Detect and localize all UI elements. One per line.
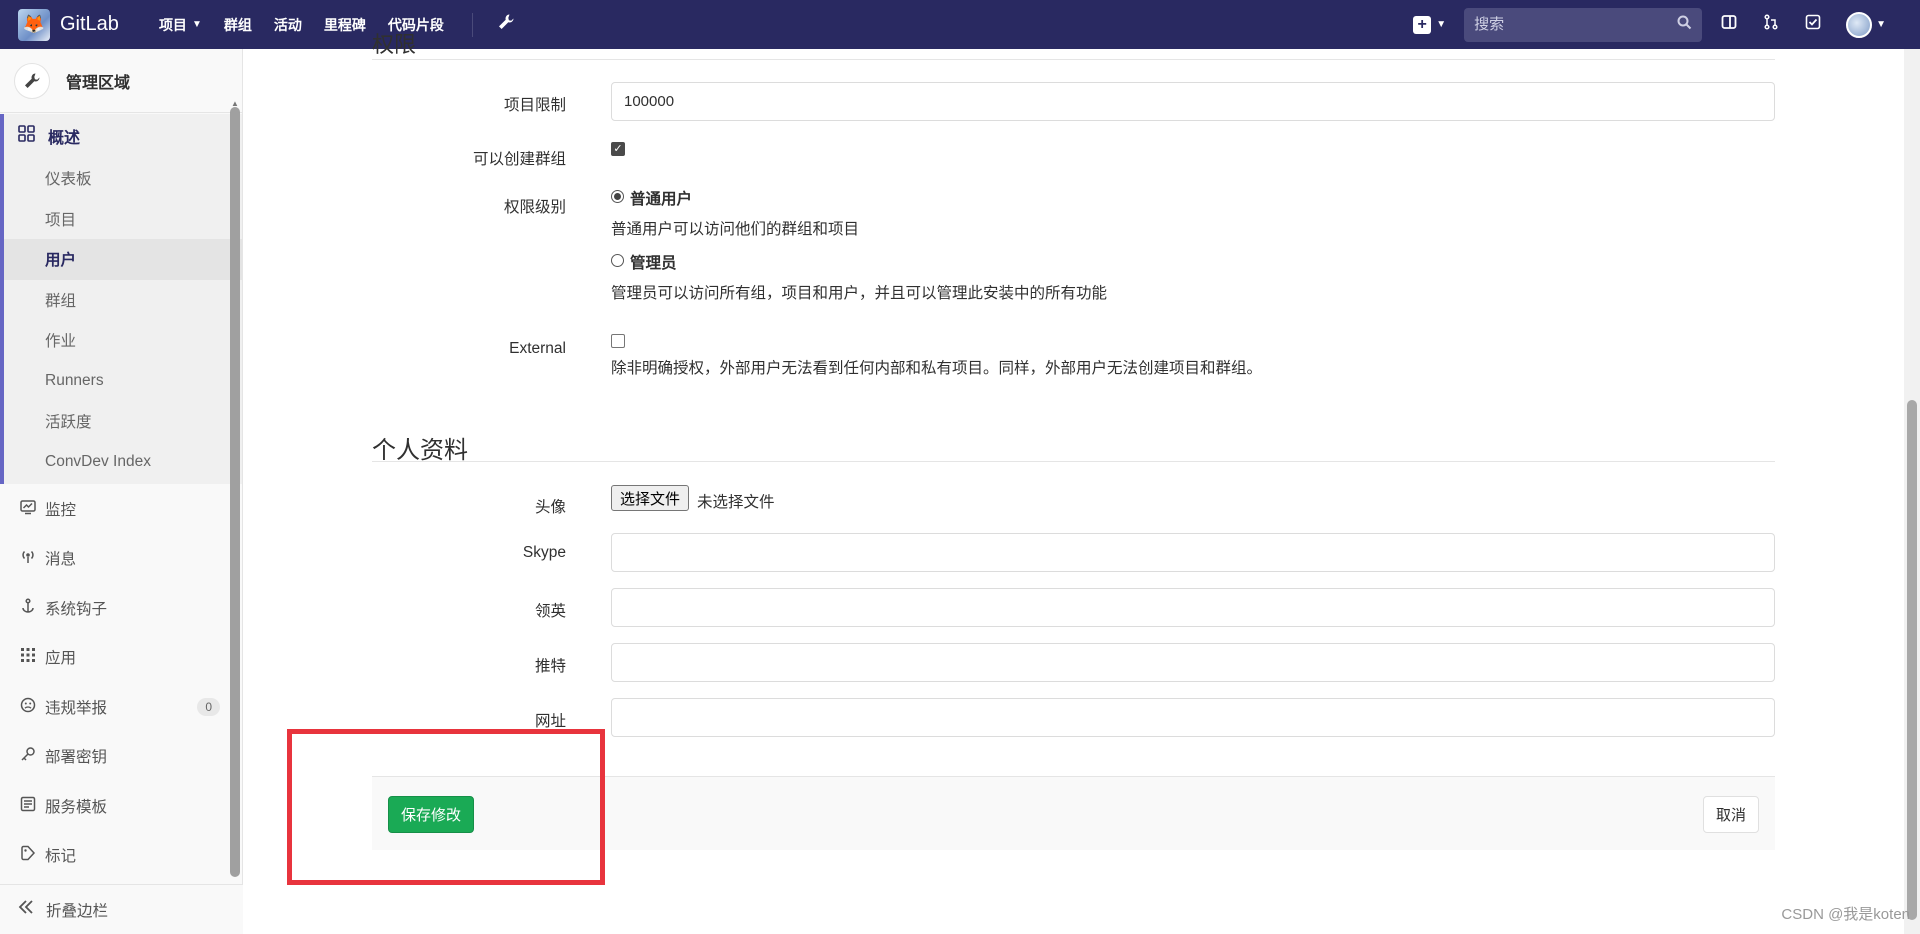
nav-groups[interactable]: 群组 xyxy=(224,15,252,35)
profile-section-title: 个人资料 xyxy=(372,437,468,464)
wrench-icon xyxy=(14,62,50,99)
search-icon[interactable] xyxy=(1677,15,1692,35)
admin-wrench-icon[interactable] xyxy=(497,13,515,36)
new-dropdown[interactable]: + ▼ xyxy=(1413,15,1447,34)
gitlab-brand[interactable]: 🦊 GitLab xyxy=(18,8,119,41)
sidebar-item-labels[interactable]: 标记 xyxy=(0,831,242,881)
double-chevron-left-icon xyxy=(18,900,34,919)
sidebar-item-label: 部署密钥 xyxy=(45,749,108,767)
nav-divider xyxy=(471,12,473,37)
regular-description: 普通用户可以访问他们的群组和项目 xyxy=(611,221,860,238)
label-icon xyxy=(18,845,38,865)
sidebar-item-label: 应用 xyxy=(45,650,77,668)
top-navbar: 🦊 GitLab 项目 ▼ 群组 活动 里程碑 代码片段 + ▼ 搜索 ▼ xyxy=(0,0,1920,49)
sidebar-item-activity[interactable]: 活跃度 xyxy=(4,401,242,442)
grid-icon xyxy=(18,647,38,667)
section-divider xyxy=(372,461,1775,462)
sidebar-item-label: 监控 xyxy=(45,501,77,519)
sidebar-item-label: 消息 xyxy=(45,551,77,569)
admin-sidebar: 管理区域 概述 仪表板 项目 用户 群组 作业 Runners 活跃度 Conv… xyxy=(0,49,243,934)
todo-icon[interactable] xyxy=(1804,14,1822,35)
skype-input[interactable] xyxy=(611,533,1775,572)
sidebar-item-label: 系统钩子 xyxy=(45,600,108,618)
template-icon xyxy=(18,796,38,816)
skype-label: Skype xyxy=(522,544,566,561)
grid-icon xyxy=(18,125,38,147)
face-icon xyxy=(18,697,38,717)
monitor-icon xyxy=(18,499,38,519)
sidebar-item-runners[interactable]: Runners xyxy=(4,361,242,402)
section-divider xyxy=(372,59,1775,60)
admin-description: 管理员可以访问所有组，项目和用户，并且可以管理此安装中的所有功能 xyxy=(611,285,1108,302)
sidebar-scrollbar[interactable] xyxy=(230,107,240,877)
sidebar-item-label: 概述 xyxy=(48,130,81,147)
nav-activity[interactable]: 活动 xyxy=(274,15,302,35)
user-menu[interactable]: ▼ xyxy=(1846,11,1886,38)
external-label: External xyxy=(509,340,566,357)
website-label: 网址 xyxy=(534,713,566,730)
sidebar-item-label: 违规举报 xyxy=(45,699,108,717)
external-description: 除非明确授权，外部用户无法看到任何内部和私有项目。同样，外部用户无法创建项目和群… xyxy=(611,360,1263,377)
linkedin-input[interactable] xyxy=(611,588,1775,627)
watermark: CSDN @我是koten xyxy=(1781,906,1910,923)
no-file-text: 未选择文件 xyxy=(697,494,775,511)
can-create-group-label: 可以创建群组 xyxy=(472,151,566,168)
sidebar-item-deploy-keys[interactable]: 部署密钥 xyxy=(0,732,242,782)
linkedin-label: 领英 xyxy=(534,603,566,620)
partial-section-title: 权限 xyxy=(372,32,417,57)
chevron-down-icon: ▼ xyxy=(1876,19,1886,30)
nav-projects[interactable]: 项目 ▼ xyxy=(159,15,202,35)
cancel-button[interactable]: 取消 xyxy=(1702,796,1759,833)
page-scrollbar-thumb[interactable] xyxy=(1907,400,1917,920)
gitlab-logo: 🦊 xyxy=(18,8,50,41)
sidebar-item-groups[interactable]: 群组 xyxy=(4,280,242,321)
search-input[interactable] xyxy=(1474,16,1678,33)
sidebar-item-convdev[interactable]: ConvDev Index xyxy=(4,442,242,483)
regular-radio[interactable] xyxy=(611,190,624,203)
sidebar-item-service-templates[interactable]: 服务模板 xyxy=(0,781,242,831)
sidebar-overview-section: 概述 仪表板 项目 用户 群组 作业 Runners 活跃度 ConvDev I… xyxy=(0,114,242,484)
chevron-down-icon: ▼ xyxy=(191,19,202,30)
sidebar-title: 管理区域 xyxy=(66,74,131,92)
sidebar-item-label: 标记 xyxy=(45,848,77,866)
projects-limit-label: 项目限制 xyxy=(503,97,566,114)
regular-radio-label[interactable]: 普通用户 xyxy=(630,187,692,209)
broadcast-icon xyxy=(18,548,38,568)
avatar-label: 头像 xyxy=(534,499,566,516)
anchor-icon xyxy=(18,598,38,618)
plus-icon: + xyxy=(1413,15,1432,34)
admin-radio[interactable] xyxy=(611,254,624,267)
search-box[interactable] xyxy=(1464,7,1703,42)
sidebar-item-users[interactable]: 用户 xyxy=(4,239,242,280)
nav-milestones[interactable]: 里程碑 xyxy=(324,15,366,35)
highlight-annotation-box xyxy=(287,729,605,885)
sidebar-item-label: 服务模板 xyxy=(45,798,108,816)
admin-radio-label[interactable]: 管理员 xyxy=(630,251,677,273)
key-icon xyxy=(18,746,38,766)
chevron-down-icon: ▼ xyxy=(1436,19,1447,30)
collapse-label: 折叠边栏 xyxy=(46,902,109,920)
sidebar-toggle-icon[interactable] xyxy=(1720,14,1738,35)
avatar xyxy=(1846,11,1873,38)
nav-links: 项目 ▼ 群组 活动 里程碑 代码片段 xyxy=(159,12,515,37)
merge-request-icon[interactable] xyxy=(1762,14,1780,35)
twitter-input[interactable] xyxy=(611,643,1775,682)
nav-right: + ▼ ▼ xyxy=(1413,0,1920,49)
external-checkbox[interactable] xyxy=(611,334,625,348)
collapse-sidebar-button[interactable]: 折叠边栏 xyxy=(0,884,243,934)
brand-name: GitLab xyxy=(60,13,119,35)
choose-file-button[interactable]: 选择文件 xyxy=(611,485,690,511)
access-level-label: 权限级别 xyxy=(503,199,566,216)
website-input[interactable] xyxy=(611,698,1775,737)
twitter-label: 推特 xyxy=(534,658,566,675)
can-create-group-checkbox[interactable]: ✓ xyxy=(611,142,625,156)
projects-limit-input[interactable]: 100000 xyxy=(611,82,1775,121)
